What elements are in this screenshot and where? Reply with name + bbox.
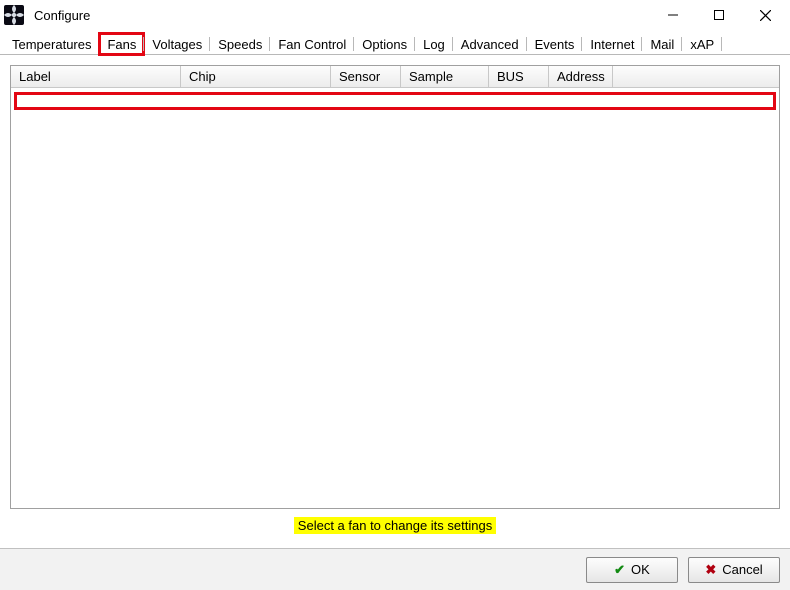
check-icon: ✔ xyxy=(614,562,625,578)
tab-label: Advanced xyxy=(461,37,519,52)
cancel-button-label: Cancel xyxy=(722,562,762,577)
titlebar: Configure xyxy=(0,0,790,30)
tab-label: Events xyxy=(535,37,575,52)
tab-mail[interactable]: Mail xyxy=(642,33,682,55)
ok-button-label: OK xyxy=(631,562,650,577)
column-header-chip[interactable]: Chip xyxy=(181,66,331,87)
tab-label: Fans xyxy=(107,37,136,52)
tab-speeds[interactable]: Speeds xyxy=(210,33,270,55)
column-header-spacer xyxy=(613,66,779,87)
tab-label: Internet xyxy=(590,37,634,52)
list-body xyxy=(11,88,779,508)
column-header-address[interactable]: Address xyxy=(549,66,613,87)
configure-window: Configure Temperatures Fans Voltages Spe… xyxy=(0,0,790,590)
tab-log[interactable]: Log xyxy=(415,33,453,55)
tab-label: Temperatures xyxy=(12,37,91,52)
tab-voltages[interactable]: Voltages xyxy=(144,33,210,55)
tab-label: xAP xyxy=(690,37,714,52)
column-header-sensor[interactable]: Sensor xyxy=(331,66,401,87)
cancel-button[interactable]: ✖ Cancel xyxy=(688,557,780,583)
tab-events[interactable]: Events xyxy=(527,33,583,55)
column-headers: Label Chip Sensor Sample BUS Address xyxy=(11,66,779,88)
tab-fan-control[interactable]: Fan Control xyxy=(270,33,354,55)
tab-internet[interactable]: Internet xyxy=(582,33,642,55)
tab-options[interactable]: Options xyxy=(354,33,415,55)
ok-button[interactable]: ✔ OK xyxy=(586,557,678,583)
hint-text: Select a fan to change its settings xyxy=(294,517,496,534)
tab-label: Log xyxy=(423,37,445,52)
column-header-label[interactable]: Label xyxy=(11,66,181,87)
tab-label: Voltages xyxy=(152,37,202,52)
hint-row: Select a fan to change its settings xyxy=(10,509,780,538)
column-header-bus[interactable]: BUS xyxy=(489,66,549,87)
tab-content: Label Chip Sensor Sample BUS Address Sel… xyxy=(0,55,790,548)
button-bar: ✔ OK ✖ Cancel xyxy=(0,548,790,590)
maximize-button[interactable] xyxy=(696,0,742,30)
fan-listview[interactable]: Label Chip Sensor Sample BUS Address xyxy=(10,65,780,509)
selected-row-highlight[interactable] xyxy=(14,92,776,110)
close-button[interactable] xyxy=(742,0,788,30)
tab-fans[interactable]: Fans xyxy=(99,33,144,55)
cross-icon: ✖ xyxy=(705,562,716,578)
app-icon xyxy=(4,5,24,25)
tab-advanced[interactable]: Advanced xyxy=(453,33,527,55)
tab-label: Speeds xyxy=(218,37,262,52)
tab-label: Options xyxy=(362,37,407,52)
tab-temperatures[interactable]: Temperatures xyxy=(4,33,99,55)
tab-xap[interactable]: xAP xyxy=(682,33,722,55)
column-header-sample[interactable]: Sample xyxy=(401,66,489,87)
minimize-button[interactable] xyxy=(650,0,696,30)
tab-label: Mail xyxy=(650,37,674,52)
tab-label: Fan Control xyxy=(278,37,346,52)
window-title: Configure xyxy=(34,8,90,23)
tabstrip: Temperatures Fans Voltages Speeds Fan Co… xyxy=(0,30,790,55)
